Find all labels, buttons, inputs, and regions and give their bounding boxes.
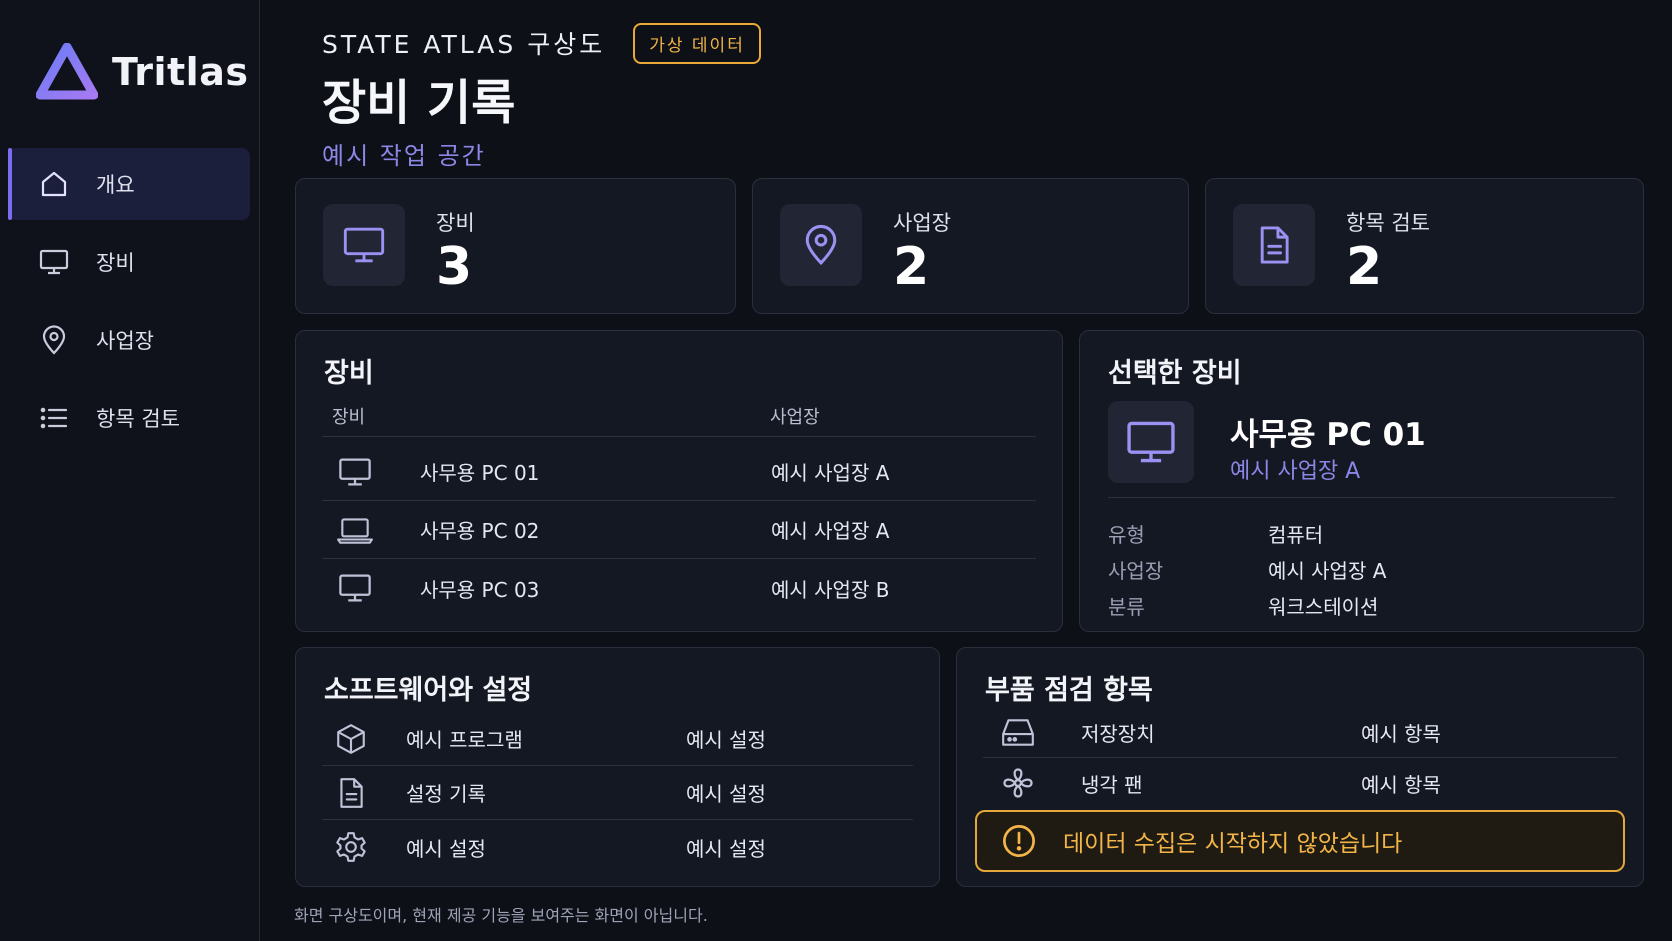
part-value: 예시 항목 xyxy=(1361,722,1441,746)
brand[interactable]: Tritlas xyxy=(36,42,248,102)
stat-label: 항목 검토 xyxy=(1346,211,1430,235)
column-header-site[interactable]: 사업장 xyxy=(770,403,820,429)
page-header: STATE ATLAS 구상도 가상 데이터 장비 기록 예시 작업 공간 xyxy=(322,22,761,171)
parts-card: 부품 점검 항목 저장장치 예시 항목 냉각 팬 예시 항목 데이터 수집은 시… xyxy=(956,647,1644,887)
sidebar-item-overview[interactable]: 개요 xyxy=(8,148,250,220)
software-name: 설정 기록 xyxy=(406,782,486,806)
map-pin-icon xyxy=(780,204,862,286)
detail-value: 예시 사업장 A xyxy=(1268,559,1387,583)
stat-card-devices[interactable]: 장비 3 xyxy=(295,178,736,314)
detail-value: 컴퓨터 xyxy=(1268,523,1324,547)
part-name: 저장장치 xyxy=(1081,722,1155,746)
fan-icon xyxy=(999,764,1037,802)
stat-value: 3 xyxy=(436,237,473,297)
warning-icon xyxy=(1001,823,1037,859)
monitor-icon xyxy=(336,453,374,491)
devices-title: 장비 xyxy=(324,358,374,389)
selected-device-card: 선택한 장비 사무용 PC 01 예시 사업장 A 유형 컴퓨터 사업장 예시 … xyxy=(1079,330,1644,632)
stat-label: 장비 xyxy=(436,211,475,235)
stat-value: 2 xyxy=(893,237,930,297)
tritlas-logo-icon xyxy=(36,43,98,101)
software-card: 소프트웨어와 설정 예시 프로그램 예시 설정 설정 기록 예시 설정 예시 설… xyxy=(295,647,940,887)
parts-title: 부품 점검 항목 xyxy=(985,675,1153,706)
column-header-device[interactable]: 장비 xyxy=(332,403,365,429)
disclaimer-footnote: 화면 구상도이며, 현재 제공 기능을 보여주는 화면이 아닙니다. xyxy=(294,906,708,925)
stat-label: 사업장 xyxy=(893,211,951,235)
sidebar-item-label: 항목 검토 xyxy=(96,407,180,431)
software-name: 예시 설정 xyxy=(406,836,486,861)
sidebar-item-label: 개요 xyxy=(96,173,135,197)
map-pin-icon xyxy=(38,324,70,356)
device-site: 예시 사업장 A xyxy=(771,519,890,543)
detail-key: 분류 xyxy=(1108,595,1145,619)
detail-row-site: 사업장 예시 사업장 A xyxy=(1108,555,1386,584)
list-item[interactable]: 설정 기록 예시 설정 xyxy=(322,766,913,820)
list-item[interactable]: 저장장치 예시 항목 xyxy=(983,708,1617,758)
detail-key: 유형 xyxy=(1108,523,1145,547)
gear-icon xyxy=(332,828,370,866)
document-icon xyxy=(1233,204,1315,286)
home-icon xyxy=(38,168,70,200)
list-item[interactable]: 예시 프로그램 예시 설정 xyxy=(322,712,913,766)
page-kicker: STATE ATLAS 구상도 xyxy=(322,30,606,59)
selected-device-title: 선택한 장비 xyxy=(1108,358,1242,389)
software-name: 예시 프로그램 xyxy=(406,728,523,752)
devices-table-header: 장비 사업장 xyxy=(322,403,1036,437)
monitor-icon xyxy=(1108,401,1194,483)
stat-card-review[interactable]: 항목 검토 2 xyxy=(1205,178,1644,314)
software-value: 예시 설정 xyxy=(686,728,766,752)
device-name: 사무용 PC 02 xyxy=(420,519,540,543)
list-icon xyxy=(38,402,70,434)
alert-message: 데이터 수집은 시작하지 않았습니다 xyxy=(1063,831,1403,857)
sidebar-item-review[interactable]: 항목 검토 xyxy=(8,382,250,454)
page-title: 장비 기록 xyxy=(322,75,516,131)
sidebar-item-label: 장비 xyxy=(96,251,135,275)
virtual-data-badge: 가상 데이터 xyxy=(633,22,761,64)
device-name: 사무용 PC 03 xyxy=(420,577,540,602)
sidebar: Tritlas 개요 장비 사업장 항목 검토 xyxy=(0,0,260,941)
monitor-icon xyxy=(323,204,405,286)
device-site: 예시 사업장 B xyxy=(771,577,890,602)
list-item[interactable]: 냉각 팬 예시 항목 xyxy=(983,758,1617,808)
detail-row-category: 분류 워크스테이션 xyxy=(1108,591,1378,620)
software-title: 소프트웨어와 설정 xyxy=(324,675,533,706)
page-subtitle: 예시 작업 공간 xyxy=(322,142,486,170)
devices-card: 장비 장비 사업장 사무용 PC 01 예시 사업장 A 사무용 PC 02 예… xyxy=(295,330,1063,632)
part-value: 예시 항목 xyxy=(1361,772,1441,797)
table-row[interactable]: 사무용 PC 03 예시 사업장 B xyxy=(322,559,1036,617)
device-name: 사무용 PC 01 xyxy=(420,461,540,485)
sidebar-item-sites[interactable]: 사업장 xyxy=(8,304,250,376)
data-collection-alert: 데이터 수집은 시작하지 않았습니다 xyxy=(975,810,1625,872)
monitor-icon xyxy=(38,246,70,278)
stat-value: 2 xyxy=(1346,237,1383,297)
sidebar-item-label: 사업장 xyxy=(96,329,154,353)
hard-drive-icon xyxy=(999,714,1037,752)
part-name: 냉각 팬 xyxy=(1081,772,1143,797)
list-item[interactable]: 예시 설정 예시 설정 xyxy=(322,820,913,874)
divider xyxy=(1108,497,1615,498)
selected-device-name: 사무용 PC 01 xyxy=(1230,417,1426,453)
laptop-icon xyxy=(336,511,374,549)
document-icon xyxy=(332,774,370,812)
device-site: 예시 사업장 A xyxy=(771,461,890,485)
sidebar-item-devices[interactable]: 장비 xyxy=(8,226,250,298)
stat-card-sites[interactable]: 사업장 2 xyxy=(752,178,1189,314)
brand-name: Tritlas xyxy=(112,50,249,94)
detail-key: 사업장 xyxy=(1108,559,1164,583)
software-value: 예시 설정 xyxy=(686,782,766,806)
selected-device-site: 예시 사업장 A xyxy=(1230,459,1361,484)
detail-row-type: 유형 컴퓨터 xyxy=(1108,519,1323,548)
detail-value: 워크스테이션 xyxy=(1268,595,1379,619)
table-row[interactable]: 사무용 PC 02 예시 사업장 A xyxy=(322,501,1036,559)
monitor-icon xyxy=(336,569,374,607)
package-icon xyxy=(332,720,370,758)
software-value: 예시 설정 xyxy=(686,836,766,861)
table-row[interactable]: 사무용 PC 01 예시 사업장 A xyxy=(322,443,1036,501)
sidebar-nav: 개요 장비 사업장 항목 검토 xyxy=(8,148,250,460)
